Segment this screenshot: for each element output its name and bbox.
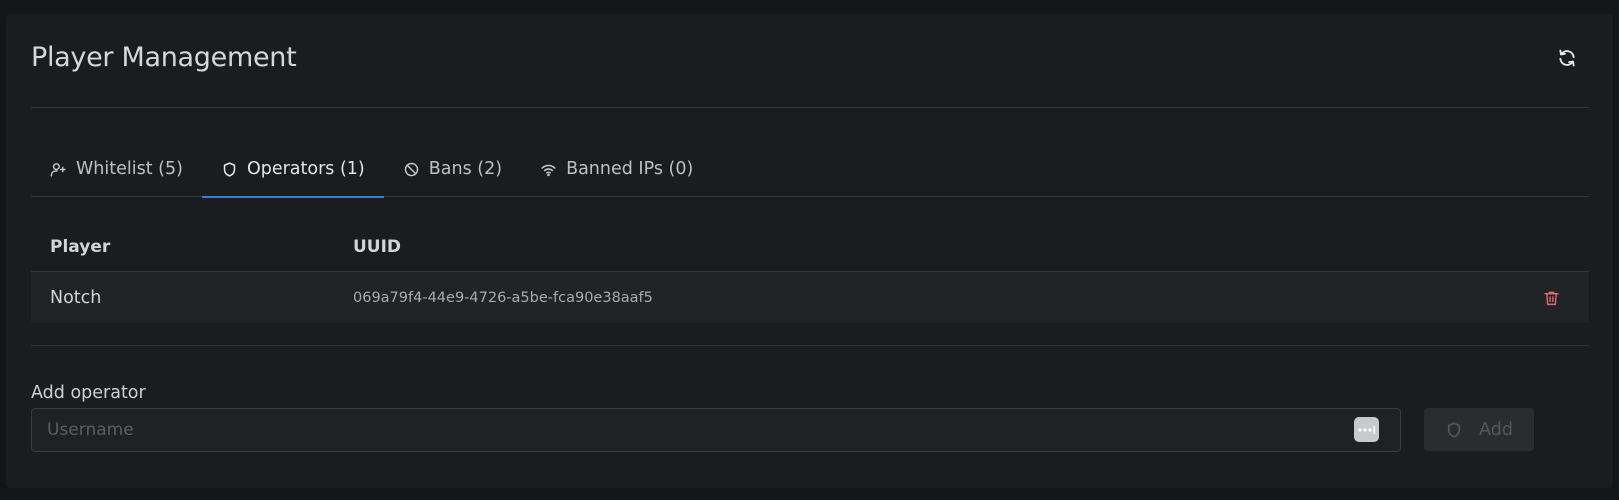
column-header-uuid: UUID	[353, 236, 402, 257]
column-header-player: Player	[50, 236, 111, 257]
wifi-icon	[541, 164, 556, 176]
remove-operator-button[interactable]	[1537, 284, 1565, 312]
password-manager-icon[interactable]	[1354, 417, 1379, 442]
ban-icon	[404, 162, 418, 176]
username-input[interactable]	[32, 409, 1400, 451]
add-button-label: Add	[1479, 419, 1513, 440]
refresh-button[interactable]	[1553, 44, 1581, 72]
add-operator-label: Add operator	[31, 383, 146, 403]
uuid-cell: 069a79f4-44e9-4726-a5be-fca90e38aaf5	[353, 289, 653, 306]
table-header: Player UUID	[31, 222, 1589, 272]
tab-bans-label: Bans (2)	[428, 159, 503, 179]
tab-whitelist[interactable]: Whitelist (5)	[31, 141, 202, 197]
username-field-wrapper	[31, 408, 1401, 452]
tab-operators-label: Operators (1)	[246, 159, 365, 179]
table-row: Notch 069a79f4-44e9-4726-a5be-fca90e38aa…	[31, 272, 1589, 323]
add-operator-button[interactable]: Add	[1424, 408, 1534, 451]
user-plus-icon	[50, 162, 66, 177]
trash-icon	[1543, 291, 1559, 305]
section-divider	[31, 345, 1589, 346]
player-name-cell: Notch	[50, 287, 102, 308]
tab-banned-ips-label: Banned IPs (0)	[566, 159, 694, 179]
tab-banned-ips[interactable]: Banned IPs (0)	[521, 141, 712, 197]
tab-whitelist-label: Whitelist (5)	[76, 159, 183, 179]
refresh-icon	[1559, 49, 1575, 67]
shield-icon	[223, 161, 236, 177]
player-management-card: Player Management Whitelist (5) Operator…	[6, 14, 1613, 488]
card-header: Player Management	[31, 14, 1589, 108]
tab-bans[interactable]: Bans (2)	[384, 141, 521, 197]
operators-table: Player UUID Notch 069a79f4-44e9-4726-a5b…	[31, 222, 1589, 323]
tab-bar: Whitelist (5) Operators (1) Bans (2) Ban…	[31, 141, 1589, 198]
page-title: Player Management	[31, 42, 297, 73]
shield-icon	[1447, 421, 1461, 438]
tab-operators[interactable]: Operators (1)	[201, 141, 384, 198]
